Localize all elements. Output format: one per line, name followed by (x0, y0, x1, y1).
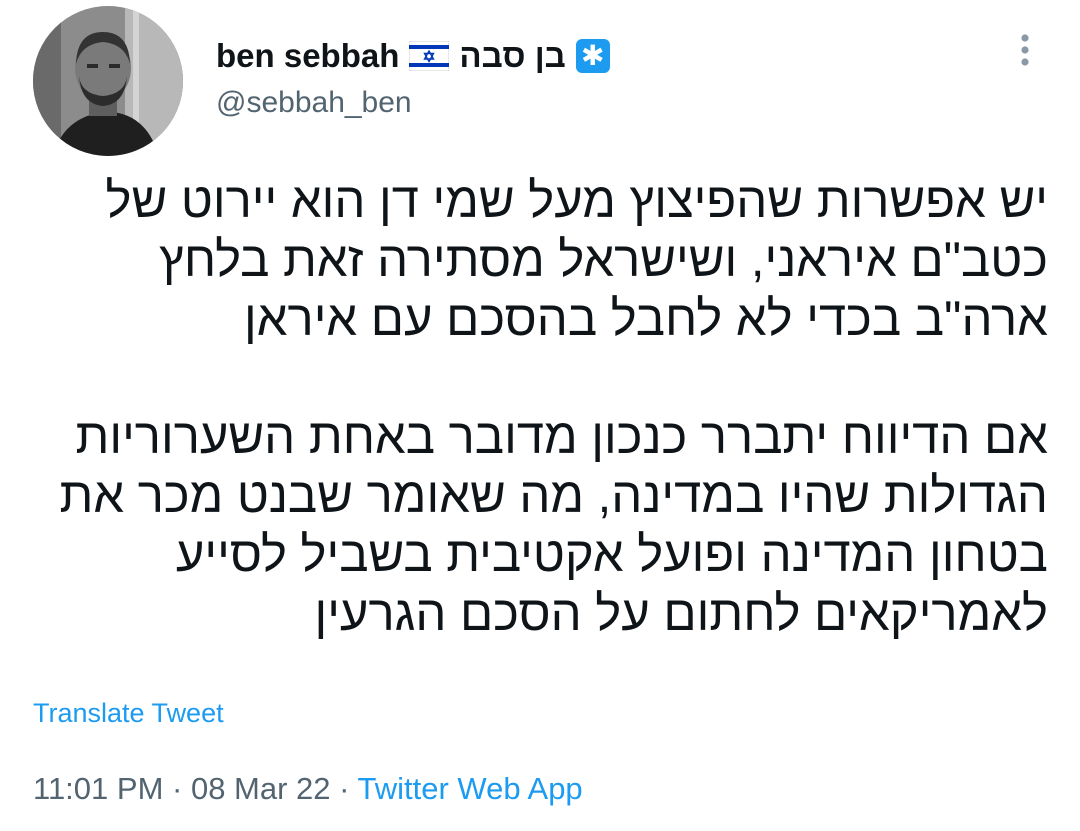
israel-flag-icon (408, 40, 450, 72)
tweet-line: ארה"ב בכדי לא לחבל בהסכם עם איראן (244, 292, 1048, 346)
tweet-line: בטחון המדינה ופועל אקטיבית בשביל לסייע (175, 528, 1048, 582)
author-handle[interactable]: @sebbah_ben (216, 86, 412, 120)
tweet-source-link[interactable]: Twitter Web App (358, 771, 583, 806)
meta-separator: · (163, 771, 191, 806)
tweet-metadata: 11:01 PM · 08 Mar 22 · Twitter Web App (33, 771, 583, 807)
asterisk-badge-icon: ✱ (575, 39, 610, 73)
tweet-date[interactable]: 08 Mar 22 (191, 771, 331, 806)
translate-tweet-link[interactable]: Translate Tweet (33, 698, 224, 729)
display-name-hebrew[interactable]: בן סבה (459, 37, 565, 75)
avatar[interactable] (33, 6, 183, 156)
tweet-time[interactable]: 11:01 PM (33, 771, 163, 806)
more-options-icon[interactable] (1013, 32, 1037, 72)
tweet-line: הגדולות שהיו במדינה, מה שאומר שבנט מכר א… (59, 469, 1048, 523)
tweet-line: אם הדיווח יתברר כנכון מדובר באחת השערורי… (75, 410, 1048, 464)
tweet-line: לאמריקאים לחתום על הסכם הגרעין (314, 587, 1048, 641)
tweet-line: כטב"ם איראני, ושישראל מסתירה זאת בלחץ (159, 233, 1048, 287)
tweet-line: יש אפשרות שהפיצוץ מעל שמי דן הוא יירוט ש… (105, 174, 1048, 228)
meta-separator: · (330, 771, 358, 806)
tweet-text: יש אפשרות שהפיצוץ מעל שמי דן הוא יירוט ש… (30, 172, 1048, 644)
tweet-card: ben sebbah בן סבה ✱ @sebbah_ben יש אפשרו… (0, 0, 1080, 831)
display-name[interactable]: ben sebbah (216, 37, 399, 75)
display-name-row[interactable]: ben sebbah בן סבה ✱ (216, 34, 610, 78)
avatar-photo-icon (33, 6, 183, 156)
